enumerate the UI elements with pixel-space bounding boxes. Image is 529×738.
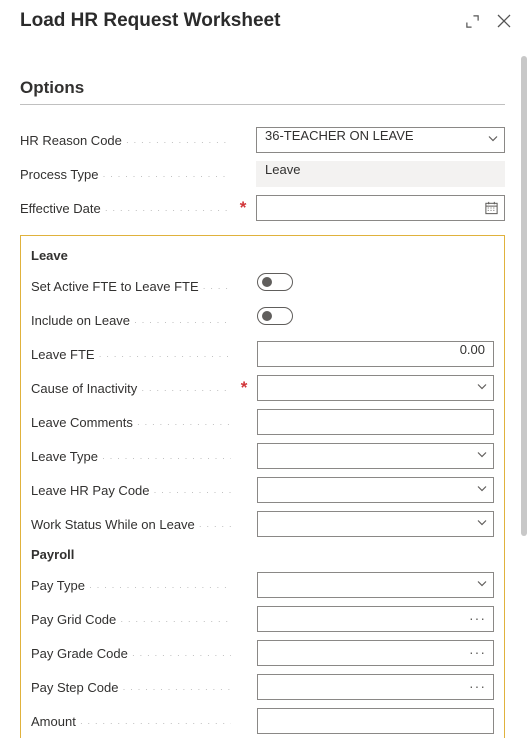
leave-fte-value: 0.00 bbox=[257, 341, 494, 367]
payroll-header: Payroll bbox=[31, 547, 494, 562]
row-pay-type: Pay Type bbox=[31, 568, 494, 602]
close-icon[interactable] bbox=[495, 12, 513, 30]
scrollbar-thumb[interactable] bbox=[521, 56, 527, 536]
leave-comments-input[interactable] bbox=[257, 409, 494, 435]
pay-type-value bbox=[257, 572, 494, 598]
leave-hr-pay-value bbox=[257, 477, 494, 503]
amount-label: Amount bbox=[31, 714, 231, 729]
eff-date-value bbox=[256, 195, 505, 221]
row-eff-date: Effective Date * bbox=[20, 191, 505, 225]
leave-comments-label: Leave Comments bbox=[31, 415, 231, 430]
toggle-knob bbox=[262, 311, 272, 321]
hr-reason-select[interactable]: 36-TEACHER ON LEAVE bbox=[256, 127, 505, 153]
pay-step-label: Pay Step Code bbox=[31, 680, 231, 695]
pay-grid-value bbox=[257, 606, 494, 632]
amount-input[interactable] bbox=[257, 708, 494, 734]
leave-hr-pay-label: Leave HR Pay Code bbox=[31, 483, 231, 498]
process-type-field: Leave bbox=[256, 161, 505, 187]
vertical-scrollbar[interactable] bbox=[521, 56, 527, 726]
leave-fte-label: Leave FTE bbox=[31, 347, 231, 362]
row-cause: Cause of Inactivity * bbox=[31, 371, 494, 405]
pay-grid-label: Pay Grid Code bbox=[31, 612, 231, 627]
row-pay-grade: Pay Grade Code ··· bbox=[31, 636, 494, 670]
process-type-label: Process Type bbox=[20, 167, 230, 182]
include-leave-toggle[interactable] bbox=[257, 307, 293, 325]
row-include-leave: Include on Leave bbox=[31, 303, 494, 337]
include-leave-toggle-wrap bbox=[257, 307, 494, 333]
hr-reason-value: 36-TEACHER ON LEAVE bbox=[256, 127, 505, 153]
row-set-active-fte: Set Active FTE to Leave FTE bbox=[31, 269, 494, 303]
row-amount: Amount bbox=[31, 704, 494, 738]
eff-date-input[interactable] bbox=[256, 195, 505, 221]
pay-step-value bbox=[257, 674, 494, 700]
required-indicator: * bbox=[237, 378, 251, 398]
leave-comments-value bbox=[257, 409, 494, 435]
pay-grade-label: Pay Grade Code bbox=[31, 646, 231, 661]
leave-type-label: Leave Type bbox=[31, 449, 231, 464]
pay-type-select[interactable] bbox=[257, 572, 494, 598]
leave-type-select[interactable] bbox=[257, 443, 494, 469]
row-hr-reason: HR Reason Code 36-TEACHER ON LEAVE bbox=[20, 123, 505, 157]
form-body: Options HR Reason Code 36-TEACHER ON LEA… bbox=[0, 48, 521, 738]
pay-grade-value bbox=[257, 640, 494, 666]
leave-header: Leave bbox=[31, 248, 494, 263]
eff-date-label: Effective Date bbox=[20, 201, 230, 216]
highlighted-section: Leave Set Active FTE to Leave FTE Includ… bbox=[20, 235, 505, 738]
set-active-fte-label: Set Active FTE to Leave FTE bbox=[31, 279, 231, 294]
row-pay-grid: Pay Grid Code ··· bbox=[31, 602, 494, 636]
set-active-fte-toggle-wrap bbox=[257, 273, 494, 299]
work-status-label: Work Status While on Leave bbox=[31, 517, 231, 532]
pay-grid-lookup[interactable]: ··· bbox=[257, 606, 494, 632]
include-leave-label: Include on Leave bbox=[31, 313, 231, 328]
row-leave-comments: Leave Comments bbox=[31, 405, 494, 439]
set-active-fte-toggle[interactable] bbox=[257, 273, 293, 291]
leave-type-value bbox=[257, 443, 494, 469]
dialog-load-hr-request: Load HR Request Worksheet Options HR Rea… bbox=[0, 0, 529, 738]
amount-value bbox=[257, 708, 494, 734]
dialog-title: Load HR Request Worksheet bbox=[20, 10, 463, 32]
cause-select[interactable] bbox=[257, 375, 494, 401]
leave-fte-input[interactable]: 0.00 bbox=[257, 341, 494, 367]
row-leave-fte: Leave FTE 0.00 bbox=[31, 337, 494, 371]
options-header: Options bbox=[20, 48, 505, 105]
work-status-value bbox=[257, 511, 494, 537]
leave-hr-pay-select[interactable] bbox=[257, 477, 494, 503]
row-leave-type: Leave Type bbox=[31, 439, 494, 473]
toggle-knob bbox=[262, 277, 272, 287]
hr-reason-label: HR Reason Code bbox=[20, 133, 230, 148]
titlebar: Load HR Request Worksheet bbox=[0, 0, 529, 36]
row-leave-hr-pay: Leave HR Pay Code bbox=[31, 473, 494, 507]
pay-step-lookup[interactable]: ··· bbox=[257, 674, 494, 700]
expand-icon[interactable] bbox=[463, 12, 481, 30]
cause-label: Cause of Inactivity bbox=[31, 381, 231, 396]
row-process-type: Process Type Leave bbox=[20, 157, 505, 191]
required-indicator: * bbox=[236, 198, 250, 218]
row-pay-step: Pay Step Code ··· bbox=[31, 670, 494, 704]
work-status-select[interactable] bbox=[257, 511, 494, 537]
row-work-status: Work Status While on Leave bbox=[31, 507, 494, 541]
window-controls bbox=[463, 12, 513, 30]
process-type-value: Leave bbox=[256, 161, 505, 187]
cause-value bbox=[257, 375, 494, 401]
pay-grade-lookup[interactable]: ··· bbox=[257, 640, 494, 666]
pay-type-label: Pay Type bbox=[31, 578, 231, 593]
